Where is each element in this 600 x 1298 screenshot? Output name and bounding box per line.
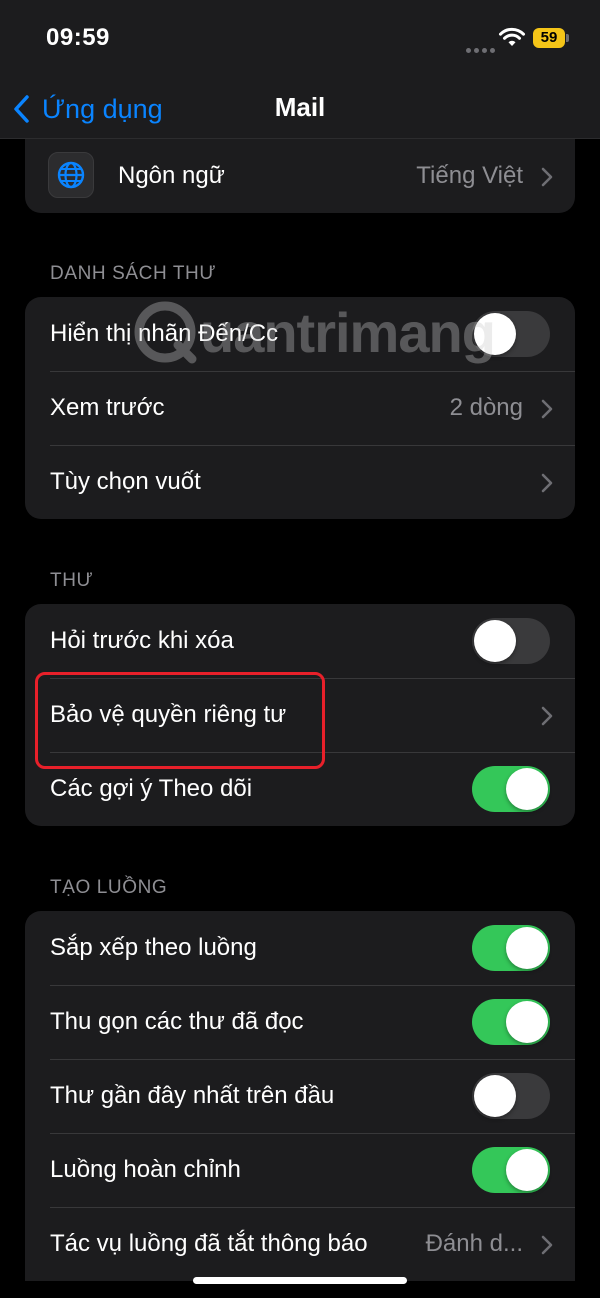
preview-row[interactable]: Xem trước 2 dòng <box>25 371 575 445</box>
chevron-right-icon <box>541 399 553 419</box>
navigation-bar: Ứng dụng Mail <box>0 80 600 139</box>
battery-icon: 59 <box>533 28 569 48</box>
complete-threads-row: Luồng hoàn chỉnh <box>25 1133 575 1207</box>
follow-up-suggestions-label: Các gợi ý Theo dõi <box>50 775 253 802</box>
status-time: 09:59 <box>46 24 110 51</box>
most-recent-on-top-toggle[interactable] <box>472 1073 550 1119</box>
ask-before-deleting-toggle[interactable] <box>472 618 550 664</box>
collapse-read-messages-toggle[interactable] <box>472 999 550 1045</box>
language-value: Tiếng Việt <box>416 162 523 189</box>
section-header-messages: THƯ <box>50 570 94 591</box>
status-bar: 09:59 59 <box>0 0 600 80</box>
collapse-read-messages-label: Thu gọn các thư đã đọc <box>50 1008 304 1035</box>
highlight-box <box>35 672 325 769</box>
wifi-icon <box>499 27 525 46</box>
follow-up-suggestions-toggle[interactable] <box>472 766 550 812</box>
muted-thread-action-value: Đánh d... <box>425 1230 523 1257</box>
home-indicator[interactable] <box>193 1277 407 1284</box>
battery-level: 59 <box>533 28 569 48</box>
complete-threads-label: Luồng hoàn chỉnh <box>50 1156 241 1183</box>
swipe-options-row[interactable]: Tùy chọn vuốt <box>25 445 575 519</box>
preview-label: Xem trước <box>50 394 165 421</box>
chevron-right-icon <box>541 167 553 187</box>
preview-value: 2 dòng <box>449 394 523 421</box>
chevron-right-icon <box>541 473 553 493</box>
globe-icon <box>48 152 94 198</box>
ask-before-deleting-label: Hỏi trước khi xóa <box>50 627 234 654</box>
chevron-right-icon <box>541 1235 553 1255</box>
collapse-read-messages-row: Thu gọn các thư đã đọc <box>25 985 575 1059</box>
swipe-options-label: Tùy chọn vuốt <box>50 468 201 495</box>
muted-thread-action-row[interactable]: Tác vụ luồng đã tắt thông báo Đánh d... <box>25 1207 575 1281</box>
most-recent-on-top-label: Thư gần đây nhất trên đầu <box>50 1082 335 1109</box>
watermark-logo-icon <box>134 301 197 364</box>
organize-by-thread-toggle[interactable] <box>472 925 550 971</box>
threading-group: Sắp xếp theo luồng Thu gọn các thư đã đọ… <box>25 911 575 1281</box>
complete-threads-toggle[interactable] <box>472 1147 550 1193</box>
ask-before-deleting-row: Hỏi trước khi xóa <box>25 604 575 678</box>
most-recent-on-top-row: Thư gần đây nhất trên đầu <box>25 1059 575 1133</box>
organize-by-thread-row: Sắp xếp theo luồng <box>25 911 575 985</box>
section-header-message-list: DANH SÁCH THƯ <box>50 263 217 284</box>
watermark: uantrimang <box>130 292 496 372</box>
cellular-signal-icon <box>466 40 498 58</box>
watermark-text: uantrimang <box>200 300 496 364</box>
chevron-right-icon <box>541 706 553 726</box>
language-label: Ngôn ngữ <box>118 162 225 189</box>
muted-thread-action-label: Tác vụ luồng đã tắt thông báo <box>50 1230 368 1257</box>
language-group: Ngôn ngữ Tiếng Việt <box>25 139 575 213</box>
language-row[interactable]: Ngôn ngữ Tiếng Việt <box>25 139 575 213</box>
page-title: Mail <box>274 92 326 122</box>
section-header-threading: TẠO LUỒNG <box>50 877 168 898</box>
organize-by-thread-label: Sắp xếp theo luồng <box>50 934 257 961</box>
